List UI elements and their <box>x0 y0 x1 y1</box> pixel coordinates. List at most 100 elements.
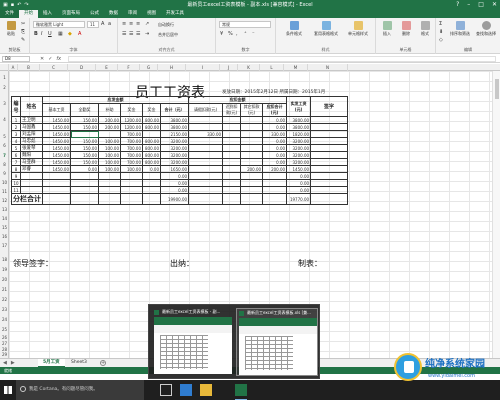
cell-sub[interactable]: 100.00 <box>98 165 121 173</box>
currency-icon[interactable]: ¥ <box>220 31 223 37</box>
cell-ded_total[interactable]: 0.00 <box>262 151 288 159</box>
cortana-search-box[interactable]: 我是 Cortana。有问题尽管问我。 <box>16 380 144 400</box>
sort-filter-button[interactable]: 排序和筛选 <box>448 21 472 37</box>
column-header[interactable]: D <box>68 64 96 71</box>
cell-sub[interactable] <box>98 186 121 194</box>
row-header[interactable]: 8 <box>0 162 9 167</box>
cell-sign[interactable] <box>310 130 349 138</box>
column-header[interactable]: N <box>308 64 348 71</box>
tab-formulas[interactable]: 公式 <box>85 10 104 18</box>
cell-ded_total[interactable]: 0.00 <box>262 123 288 131</box>
cell-leave[interactable] <box>188 165 224 173</box>
excel-taskbar-icon[interactable] <box>235 384 247 400</box>
row-number[interactable]: 1 <box>11 116 21 124</box>
cell-other[interactable] <box>240 130 264 138</box>
fx-icon[interactable]: fx <box>56 56 61 62</box>
cell-sign[interactable] <box>310 186 349 194</box>
column-header[interactable]: A <box>9 64 18 71</box>
cell-leave[interactable] <box>188 179 224 187</box>
row-number[interactable]: 10 <box>11 179 21 187</box>
cell-total[interactable]: 1650.00 <box>159 165 190 173</box>
italic-icon[interactable]: I <box>41 31 42 37</box>
cell-ded_total[interactable] <box>262 186 288 194</box>
cell-base[interactable]: 1450.00 <box>42 137 71 145</box>
cell-sub[interactable]: 100.00 <box>98 151 121 159</box>
table-cell[interactable] <box>42 193 71 205</box>
cell-total[interactable]: 3800.00 <box>159 116 190 124</box>
cell-bonus1[interactable] <box>120 172 143 180</box>
paste-button[interactable]: 粘贴 <box>3 21 19 37</box>
row-header[interactable]: 16 <box>0 234 9 239</box>
cell-sign[interactable] <box>310 144 349 152</box>
table-cell[interactable] <box>70 193 99 205</box>
cell-attend[interactable] <box>70 172 99 180</box>
select-all-corner[interactable] <box>0 64 9 71</box>
cell-other[interactable]: 200.00 <box>240 165 264 173</box>
cell-actual[interactable]: 3200.00 <box>286 158 312 166</box>
row-header[interactable]: 12 <box>0 198 9 203</box>
employee-name[interactable] <box>20 179 43 187</box>
cell-total[interactable]: 3800.00 <box>159 123 190 131</box>
autosum-icon[interactable]: Σ <box>439 21 442 27</box>
cell-other[interactable] <box>240 137 264 145</box>
cell-bonus1[interactable] <box>120 179 143 187</box>
cell-leave[interactable] <box>188 123 224 131</box>
cell-actual[interactable]: 0.00 <box>286 179 312 187</box>
cell-base[interactable]: 1450.00 <box>42 151 71 159</box>
wrap-text-button[interactable]: 自动换行 <box>158 22 174 28</box>
sheet-tab-may-salary[interactable]: 5月工资 <box>38 359 65 367</box>
prev-sheet-icon[interactable]: ◀ <box>3 360 7 366</box>
cell-late[interactable] <box>222 137 242 145</box>
table-cell[interactable] <box>98 193 121 205</box>
format-as-table-button[interactable]: 套用表格格式 <box>310 21 342 37</box>
employee-name[interactable]: 刘孟阳 <box>20 130 43 138</box>
row-header[interactable]: 2 <box>0 85 9 90</box>
fill-color-icon[interactable]: ◆ <box>68 31 72 37</box>
cell-leave[interactable] <box>188 144 224 152</box>
border-icon[interactable]: ▦ <box>58 31 63 37</box>
cell-attend[interactable]: 150.00 <box>70 144 99 152</box>
cell-base[interactable] <box>42 172 71 180</box>
cell-bonus1[interactable]: 700.00 <box>120 158 143 166</box>
tab-view[interactable]: 视图 <box>142 10 161 18</box>
row-header[interactable]: 13 <box>0 207 9 212</box>
cell-leave[interactable] <box>188 158 224 166</box>
cell-bonus1[interactable]: 700.00 <box>120 137 143 145</box>
cell-base[interactable]: 1450.00 <box>42 144 71 152</box>
align-left-icon[interactable]: ☰ <box>122 31 126 37</box>
cell-leave[interactable] <box>188 151 224 159</box>
cell-late[interactable] <box>222 179 242 187</box>
merge-center-button[interactable]: 合并后居中 <box>158 32 178 38</box>
format-painter-icon[interactable]: ✎ <box>21 37 25 43</box>
cell-total[interactable]: 2150.00 <box>159 130 190 138</box>
cell-sign[interactable] <box>310 179 349 187</box>
cell-bonus2[interactable]: 800.00 <box>142 116 161 124</box>
font-color-icon[interactable]: A <box>78 31 81 37</box>
cell-sub[interactable] <box>98 130 121 138</box>
tab-file[interactable]: 文件 <box>0 10 19 18</box>
employee-name[interactable] <box>20 186 43 194</box>
cell-actual[interactable]: 1820.00 <box>286 130 312 138</box>
align-top-icon[interactable]: ≡ <box>122 21 126 27</box>
row-header[interactable]: 5 <box>0 134 9 139</box>
percent-icon[interactable]: % <box>228 31 233 37</box>
cell-attend[interactable]: 150.00 <box>70 137 99 145</box>
cell-base[interactable] <box>42 186 71 194</box>
tab-developer[interactable]: 开发工具 <box>161 10 189 18</box>
row-header[interactable]: 19 <box>0 267 9 272</box>
cell-sign[interactable] <box>310 123 349 131</box>
row-number[interactable]: 11 <box>11 186 21 194</box>
tab-review[interactable]: 审阅 <box>123 10 142 18</box>
cell-ded_total[interactable] <box>262 179 288 187</box>
align-bottom-icon[interactable]: ≡ <box>136 21 140 27</box>
format-cells-button[interactable]: 格式 <box>416 21 434 37</box>
row-header[interactable]: 20 <box>0 277 9 282</box>
cell-base[interactable] <box>42 179 71 187</box>
cell-ded_total[interactable]: 200.00 <box>262 165 288 173</box>
row-header[interactable]: 27 <box>0 341 9 346</box>
number-format-select[interactable]: 常规 <box>219 21 271 28</box>
row-header[interactable]: 7 <box>0 153 9 158</box>
cell-other[interactable] <box>240 144 264 152</box>
window-thumbnail-1[interactable]: 最新员工excel工资表模板 - 副... <box>152 308 234 376</box>
row-number[interactable]: 6 <box>11 151 21 159</box>
